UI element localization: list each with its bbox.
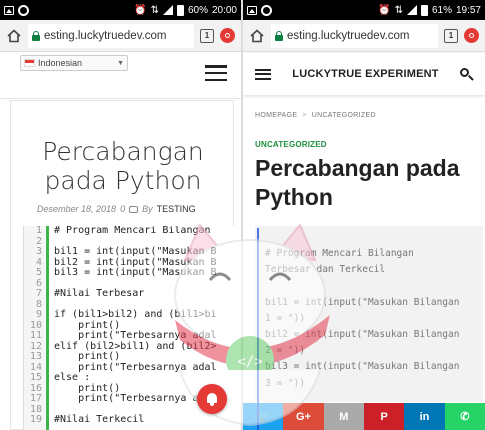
post-meta: Desember 18, 2018 0 By TESTING	[37, 204, 196, 214]
language-select[interactable]: Indonesian ▼	[20, 55, 128, 71]
comment-icon	[129, 205, 139, 213]
post-card: Percabangan pada Python Desember 18, 201…	[10, 100, 235, 430]
post-author[interactable]: TESTING	[157, 204, 196, 214]
chevron-down-icon: ▼	[117, 59, 124, 67]
url-text: esting.luckytruedev.com	[287, 29, 410, 42]
signal-icon	[162, 5, 173, 15]
home-icon[interactable]	[6, 28, 22, 44]
post-date: Desember 18, 2018	[37, 204, 117, 214]
alarm-icon: ⏰	[134, 4, 147, 16]
breadcrumb-separator: >	[302, 112, 307, 119]
search-icon[interactable]	[460, 67, 474, 81]
address-bar[interactable]: esting.luckytruedev.com	[271, 23, 438, 48]
line-numbers: 1 2 3 4 5 6 7 8 9 10 11 12 13 14 15 16 1…	[24, 226, 45, 430]
google-plus-share-button[interactable]: G+	[283, 403, 324, 430]
battery-icon	[420, 4, 428, 16]
gmail-share-button[interactable]: M	[323, 403, 364, 430]
tab-switcher-icon[interactable]: 1	[444, 28, 458, 43]
hamburger-icon[interactable]	[205, 65, 227, 81]
battery-percent: 60%	[187, 4, 208, 16]
site-title[interactable]: LUCKYTRUE EXPERIMENT	[271, 68, 460, 80]
status-bar: ⏰ ⇅ 61% 19:57	[243, 0, 485, 20]
post-category[interactable]: UNCATEGORIZED	[255, 140, 327, 149]
gallery-icon	[4, 5, 14, 15]
language-bar: Indonesian ▼	[0, 53, 241, 99]
address-bar[interactable]: esting.luckytruedev.com	[28, 23, 194, 48]
right-screenshot: ⏰ ⇅ 61% 19:57 esting.luckytruedev.com 1 …	[243, 0, 485, 430]
battery-icon	[176, 4, 184, 16]
battery-percent: 61%	[431, 4, 452, 16]
code-text: # Program Mencari Bilangan bil1 = int(in…	[54, 226, 217, 425]
line-numbers-text: 1 2 3 4 5 6 7 8 9 10 11 12 13 14 15 16 1…	[29, 226, 42, 425]
breadcrumb-home[interactable]: HOMEPAGE	[255, 112, 297, 119]
comment-count[interactable]: 0	[120, 204, 125, 214]
signal-icon	[406, 5, 417, 15]
pinterest-share-button[interactable]: P	[363, 403, 405, 430]
status-time: 19:57	[455, 4, 481, 16]
home-icon[interactable]	[249, 28, 265, 44]
browser-toolbar: esting.luckytruedev.com 1	[243, 20, 485, 52]
status-bar: ⏰ ⇅ 60% 20:00	[0, 0, 241, 20]
notification-ring-icon	[18, 4, 29, 16]
alarm-icon: ⏰	[378, 4, 391, 16]
whatsapp-share-button[interactable]: ✆	[444, 403, 485, 430]
vpn-icon[interactable]	[220, 28, 235, 43]
tab-switcher-icon[interactable]: 1	[200, 28, 214, 43]
url-text: esting.luckytruedev.com	[44, 29, 167, 42]
site-header: LUCKYTRUE EXPERIMENT	[243, 53, 485, 95]
flag-icon	[24, 59, 35, 67]
post-title: Percabangan pada Python	[255, 155, 460, 210]
data-icon: ⇅	[394, 4, 403, 16]
gallery-icon	[247, 5, 257, 15]
browser-toolbar: esting.luckytruedev.com 1	[0, 20, 241, 52]
notification-bell-button[interactable]	[197, 384, 227, 414]
hamburger-icon[interactable]	[255, 68, 271, 80]
by-label: By	[142, 204, 153, 214]
code-accent-bar	[46, 226, 49, 430]
left-screenshot: ⏰ ⇅ 60% 20:00 esting.luckytruedev.com 1 …	[0, 0, 241, 430]
twitter-share-button[interactable]: 🐦	[243, 403, 284, 430]
post-title: Percabangan pada Python	[42, 137, 204, 195]
code-block: # Program Mencari Bilangan Terbesar dan …	[255, 226, 483, 402]
notification-ring-icon	[261, 4, 272, 16]
lock-icon	[275, 30, 283, 41]
bell-icon	[206, 392, 218, 406]
share-bar: 🐦 G+ M P in ✆	[243, 403, 485, 430]
data-icon: ⇅	[150, 4, 159, 16]
vpn-icon[interactable]	[464, 28, 479, 43]
vertical-guide-line	[257, 228, 259, 430]
breadcrumb-current[interactable]: UNCATEGORIZED	[312, 112, 376, 119]
status-time: 20:00	[211, 4, 237, 16]
linkedin-share-button[interactable]: in	[404, 403, 445, 430]
language-value: Indonesian	[38, 58, 83, 68]
lock-icon	[32, 30, 40, 41]
breadcrumb: HOMEPAGE > UNCATEGORIZED	[255, 112, 376, 119]
